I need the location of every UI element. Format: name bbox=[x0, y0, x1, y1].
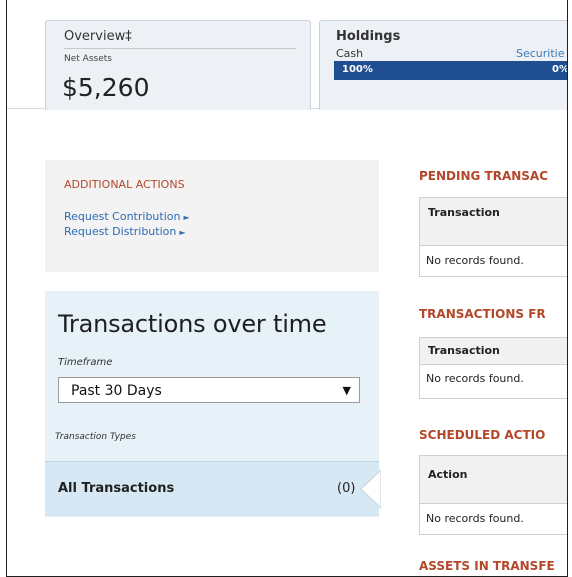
securities-label: Securitie bbox=[516, 47, 565, 60]
request-contribution-link[interactable]: Request Contribution ► bbox=[64, 210, 190, 223]
overview-title: Overview‡ bbox=[64, 29, 132, 44]
scheduled-actions-title: SCHEDULED ACTIO bbox=[419, 428, 546, 442]
all-transactions-count: (0) bbox=[337, 481, 356, 496]
scheduled-empty-row: No records found. bbox=[419, 504, 567, 535]
overview-divider bbox=[64, 48, 296, 49]
net-assets-label: Net Assets bbox=[64, 54, 112, 64]
assets-in-transfer-title: ASSETS IN TRANSFE bbox=[419, 559, 555, 573]
page-frame: Overview‡ Net Assets $5,260 Holdings Cas… bbox=[6, 0, 568, 577]
cash-percent: 100% bbox=[342, 64, 373, 75]
timeframe-selected-value: Past 30 Days bbox=[71, 383, 162, 399]
transactions-from-title: TRANSACTIONS FR bbox=[419, 307, 546, 321]
transaction-types-label: Transaction Types bbox=[55, 432, 136, 442]
timeframe-label: Timeframe bbox=[58, 357, 113, 368]
selection-pointer-icon bbox=[360, 469, 381, 509]
request-contribution-label: Request Contribution bbox=[64, 210, 181, 223]
transactions-from-table-header: Transaction bbox=[419, 337, 567, 365]
pending-empty-message: No records found. bbox=[426, 254, 524, 267]
account-summary: Overview‡ Net Assets $5,260 Holdings Cas… bbox=[7, 0, 568, 110]
transactions-over-time-panel: Transactions over time Timeframe Past 30… bbox=[45, 291, 381, 517]
request-distribution-label: Request Distribution bbox=[64, 225, 177, 238]
transactions-from-column-transaction[interactable]: Transaction bbox=[428, 344, 500, 357]
transactions-from-empty-message: No records found. bbox=[426, 372, 524, 385]
cash-label: Cash bbox=[336, 47, 364, 60]
transactions-from-empty-row: No records found. bbox=[419, 365, 567, 399]
all-transactions-filter[interactable]: All Transactions (0) bbox=[45, 461, 381, 516]
transactions-over-time-title: Transactions over time bbox=[58, 310, 327, 338]
timeframe-select[interactable]: Past 30 Days ▼ bbox=[58, 377, 360, 403]
scheduled-table-header: Action bbox=[419, 455, 567, 504]
cash-allocation-bar: 100% 0% bbox=[334, 61, 568, 80]
holdings-title: Holdings bbox=[336, 29, 401, 44]
scheduled-empty-message: No records found. bbox=[426, 512, 524, 525]
scheduled-column-action[interactable]: Action bbox=[428, 468, 467, 481]
pending-table-header: Transaction bbox=[419, 197, 567, 246]
holdings-card[interactable]: Holdings Cash Securitie 100% 0% bbox=[319, 20, 568, 110]
play-arrow-icon: ► bbox=[179, 228, 186, 237]
additional-actions-title: ADDITIONAL ACTIONS bbox=[64, 178, 185, 191]
request-distribution-link[interactable]: Request Distribution ► bbox=[64, 225, 186, 238]
overview-card[interactable]: Overview‡ Net Assets $5,260 bbox=[45, 20, 311, 110]
pending-column-transaction[interactable]: Transaction bbox=[428, 206, 500, 219]
additional-actions-panel: ADDITIONAL ACTIONS Request Contribution ►… bbox=[45, 160, 379, 272]
pending-empty-row: No records found. bbox=[419, 246, 567, 277]
all-transactions-label: All Transactions bbox=[58, 481, 175, 496]
play-arrow-icon: ► bbox=[183, 213, 190, 222]
net-assets-value: $5,260 bbox=[62, 73, 150, 102]
dropdown-arrow-icon: ▼ bbox=[342, 384, 351, 397]
securities-percent: 0% bbox=[552, 64, 568, 75]
pending-transactions-title: PENDING TRANSAC bbox=[419, 169, 549, 183]
